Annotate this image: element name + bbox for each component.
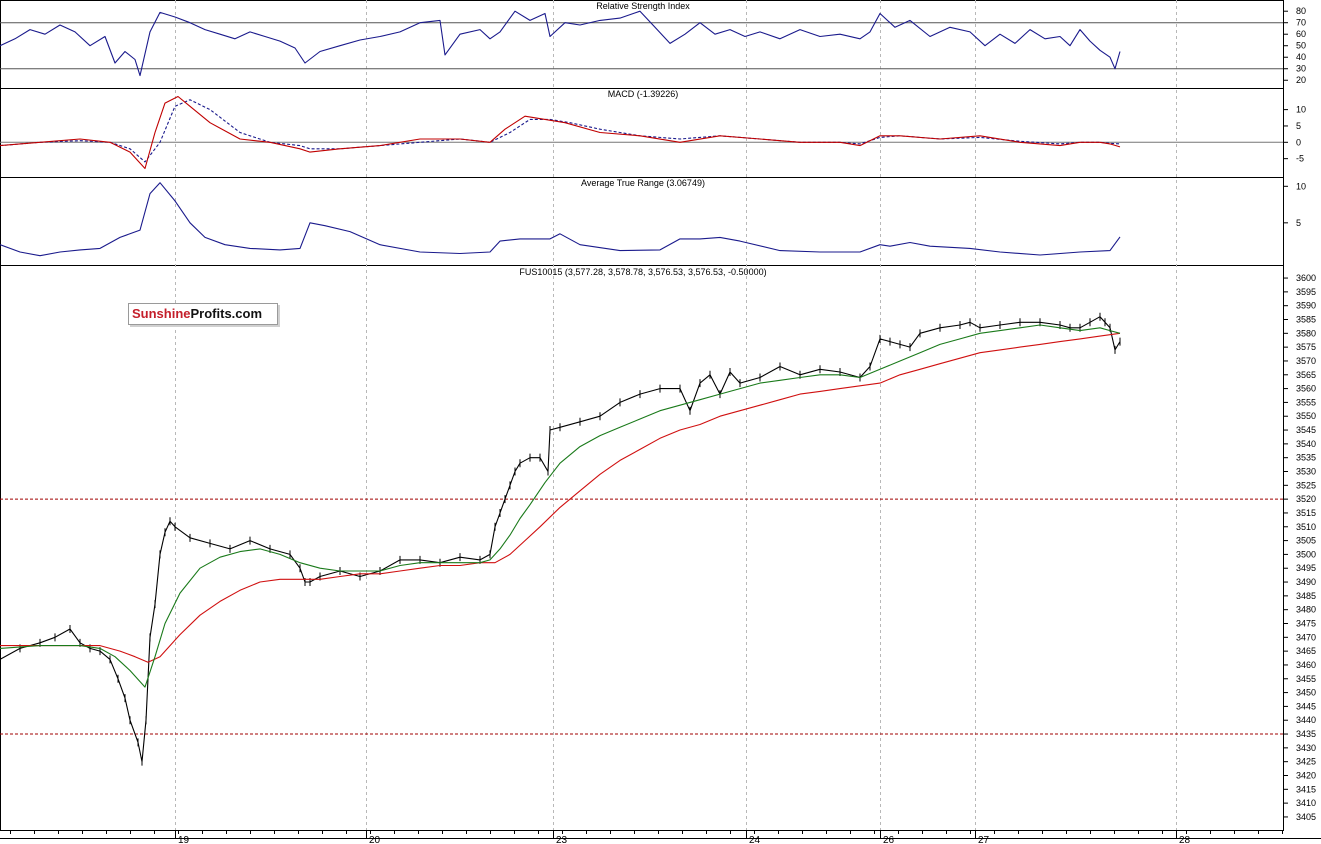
macd-y-tick-label: 5 xyxy=(1296,121,1301,131)
price-y-tick-label: 3555 xyxy=(1296,397,1316,407)
price-y-tick-label: 3550 xyxy=(1296,411,1316,421)
price-y-tick-label: 3545 xyxy=(1296,425,1316,435)
x-tick-label: 24 xyxy=(749,835,761,844)
price-y-tick-label: 3420 xyxy=(1296,770,1316,780)
price-y-tick-label: 3515 xyxy=(1296,508,1316,518)
price-trace xyxy=(0,316,1121,763)
atr-y-tick-label: 10 xyxy=(1296,181,1306,191)
price-y-tick-label: 3430 xyxy=(1296,743,1316,753)
ma-long-line xyxy=(0,332,1121,663)
sunshine-profits-logo: SunshineProfits.com xyxy=(128,303,278,325)
price-y-tick-label: 3485 xyxy=(1296,591,1316,601)
price-y-tick-label: 3455 xyxy=(1296,674,1316,684)
grid-layer xyxy=(0,0,1288,838)
price-y-tick-label: 3535 xyxy=(1296,453,1316,463)
atr-y-tick-label: 5 xyxy=(1296,218,1301,228)
price-y-tick-label: 3585 xyxy=(1296,315,1316,325)
macd-line xyxy=(0,95,1121,170)
atr-panel-title: Average True Range (3.06749) xyxy=(581,178,705,188)
price-y-tick-label: 3525 xyxy=(1296,480,1316,490)
panels-layer xyxy=(0,0,1321,839)
x-tick-label: 26 xyxy=(883,835,895,844)
x-tick-label: 28 xyxy=(1179,835,1191,844)
logo-part-profits: Profits.com xyxy=(190,306,263,321)
price-y-tick-label: 3575 xyxy=(1296,342,1316,352)
price-y-tick-label: 3600 xyxy=(1296,273,1316,283)
logo-part-sunshine: Sunshine xyxy=(132,306,191,321)
price-y-tick-label: 3590 xyxy=(1296,301,1316,311)
price-y-tick-label: 3445 xyxy=(1296,701,1316,711)
price-y-tick-label: 3530 xyxy=(1296,467,1316,477)
macd-y-tick-label: -5 xyxy=(1296,154,1304,164)
macd-y-tick-label: 10 xyxy=(1296,105,1306,115)
rsi-line xyxy=(0,10,1121,77)
price-y-tick-label: 3410 xyxy=(1296,798,1316,808)
price-y-tick-label: 3465 xyxy=(1296,646,1316,656)
price-y-tick-label: 3425 xyxy=(1296,757,1316,767)
price-y-tick-label: 3560 xyxy=(1296,384,1316,394)
rsi-y-tick-label: 40 xyxy=(1296,52,1306,62)
label-layer: Relative Strength Index MACD (-1.39226) … xyxy=(178,1,1316,844)
price-y-tick-label: 3460 xyxy=(1296,660,1316,670)
price-y-tick-label: 3500 xyxy=(1296,549,1316,559)
x-tick-label: 19 xyxy=(178,835,190,844)
rsi-y-tick-label: 80 xyxy=(1296,6,1306,16)
price-y-tick-label: 3480 xyxy=(1296,605,1316,615)
price-y-tick-label: 3490 xyxy=(1296,577,1316,587)
rsi-y-tick-label: 50 xyxy=(1296,41,1306,51)
price-y-tick-label: 3475 xyxy=(1296,618,1316,628)
price-y-tick-label: 3570 xyxy=(1296,356,1316,366)
rsi-y-tick-label: 30 xyxy=(1296,64,1306,74)
price-y-tick-label: 3415 xyxy=(1296,784,1316,794)
price-y-tick-label: 3440 xyxy=(1296,715,1316,725)
price-y-tick-label: 3495 xyxy=(1296,563,1316,573)
atr-line xyxy=(0,182,1121,257)
rsi-panel-title: Relative Strength Index xyxy=(596,1,690,11)
price-y-tick-label: 3540 xyxy=(1296,439,1316,449)
price-y-tick-label: 3505 xyxy=(1296,536,1316,546)
series-layer xyxy=(0,10,1121,766)
macd-panel-frame xyxy=(0,88,1284,178)
ma-short-line xyxy=(0,324,1121,688)
price-y-tick-label: 3435 xyxy=(1296,729,1316,739)
price-y-tick-label: 3580 xyxy=(1296,328,1316,338)
rsi-y-tick-label: 20 xyxy=(1296,75,1306,85)
price-panel-title: FUS10015 (3,577.28, 3,578.78, 3,576.53, … xyxy=(519,267,766,277)
price-y-tick-label: 3450 xyxy=(1296,688,1316,698)
chart-canvas: Relative Strength Index MACD (-1.39226) … xyxy=(0,0,1321,844)
macd-signal-line xyxy=(0,99,1121,163)
macd-panel-title: MACD (-1.39226) xyxy=(608,89,679,99)
x-tick-label: 20 xyxy=(369,835,381,844)
x-tick-label: 27 xyxy=(978,835,990,844)
rsi-y-tick-label: 70 xyxy=(1296,18,1306,28)
price-y-tick-label: 3510 xyxy=(1296,522,1316,532)
price-y-tick-label: 3595 xyxy=(1296,287,1316,297)
rsi-y-tick-label: 60 xyxy=(1296,29,1306,39)
macd-y-tick-label: 0 xyxy=(1296,137,1301,147)
x-tick-label: 23 xyxy=(556,835,568,844)
atr-panel-frame xyxy=(0,177,1284,266)
price-panel-frame xyxy=(0,265,1284,831)
price-y-tick-label: 3520 xyxy=(1296,494,1316,504)
price-y-tick-label: 3470 xyxy=(1296,632,1316,642)
price-y-tick-label: 3405 xyxy=(1296,812,1316,822)
price-y-tick-label: 3565 xyxy=(1296,370,1316,380)
